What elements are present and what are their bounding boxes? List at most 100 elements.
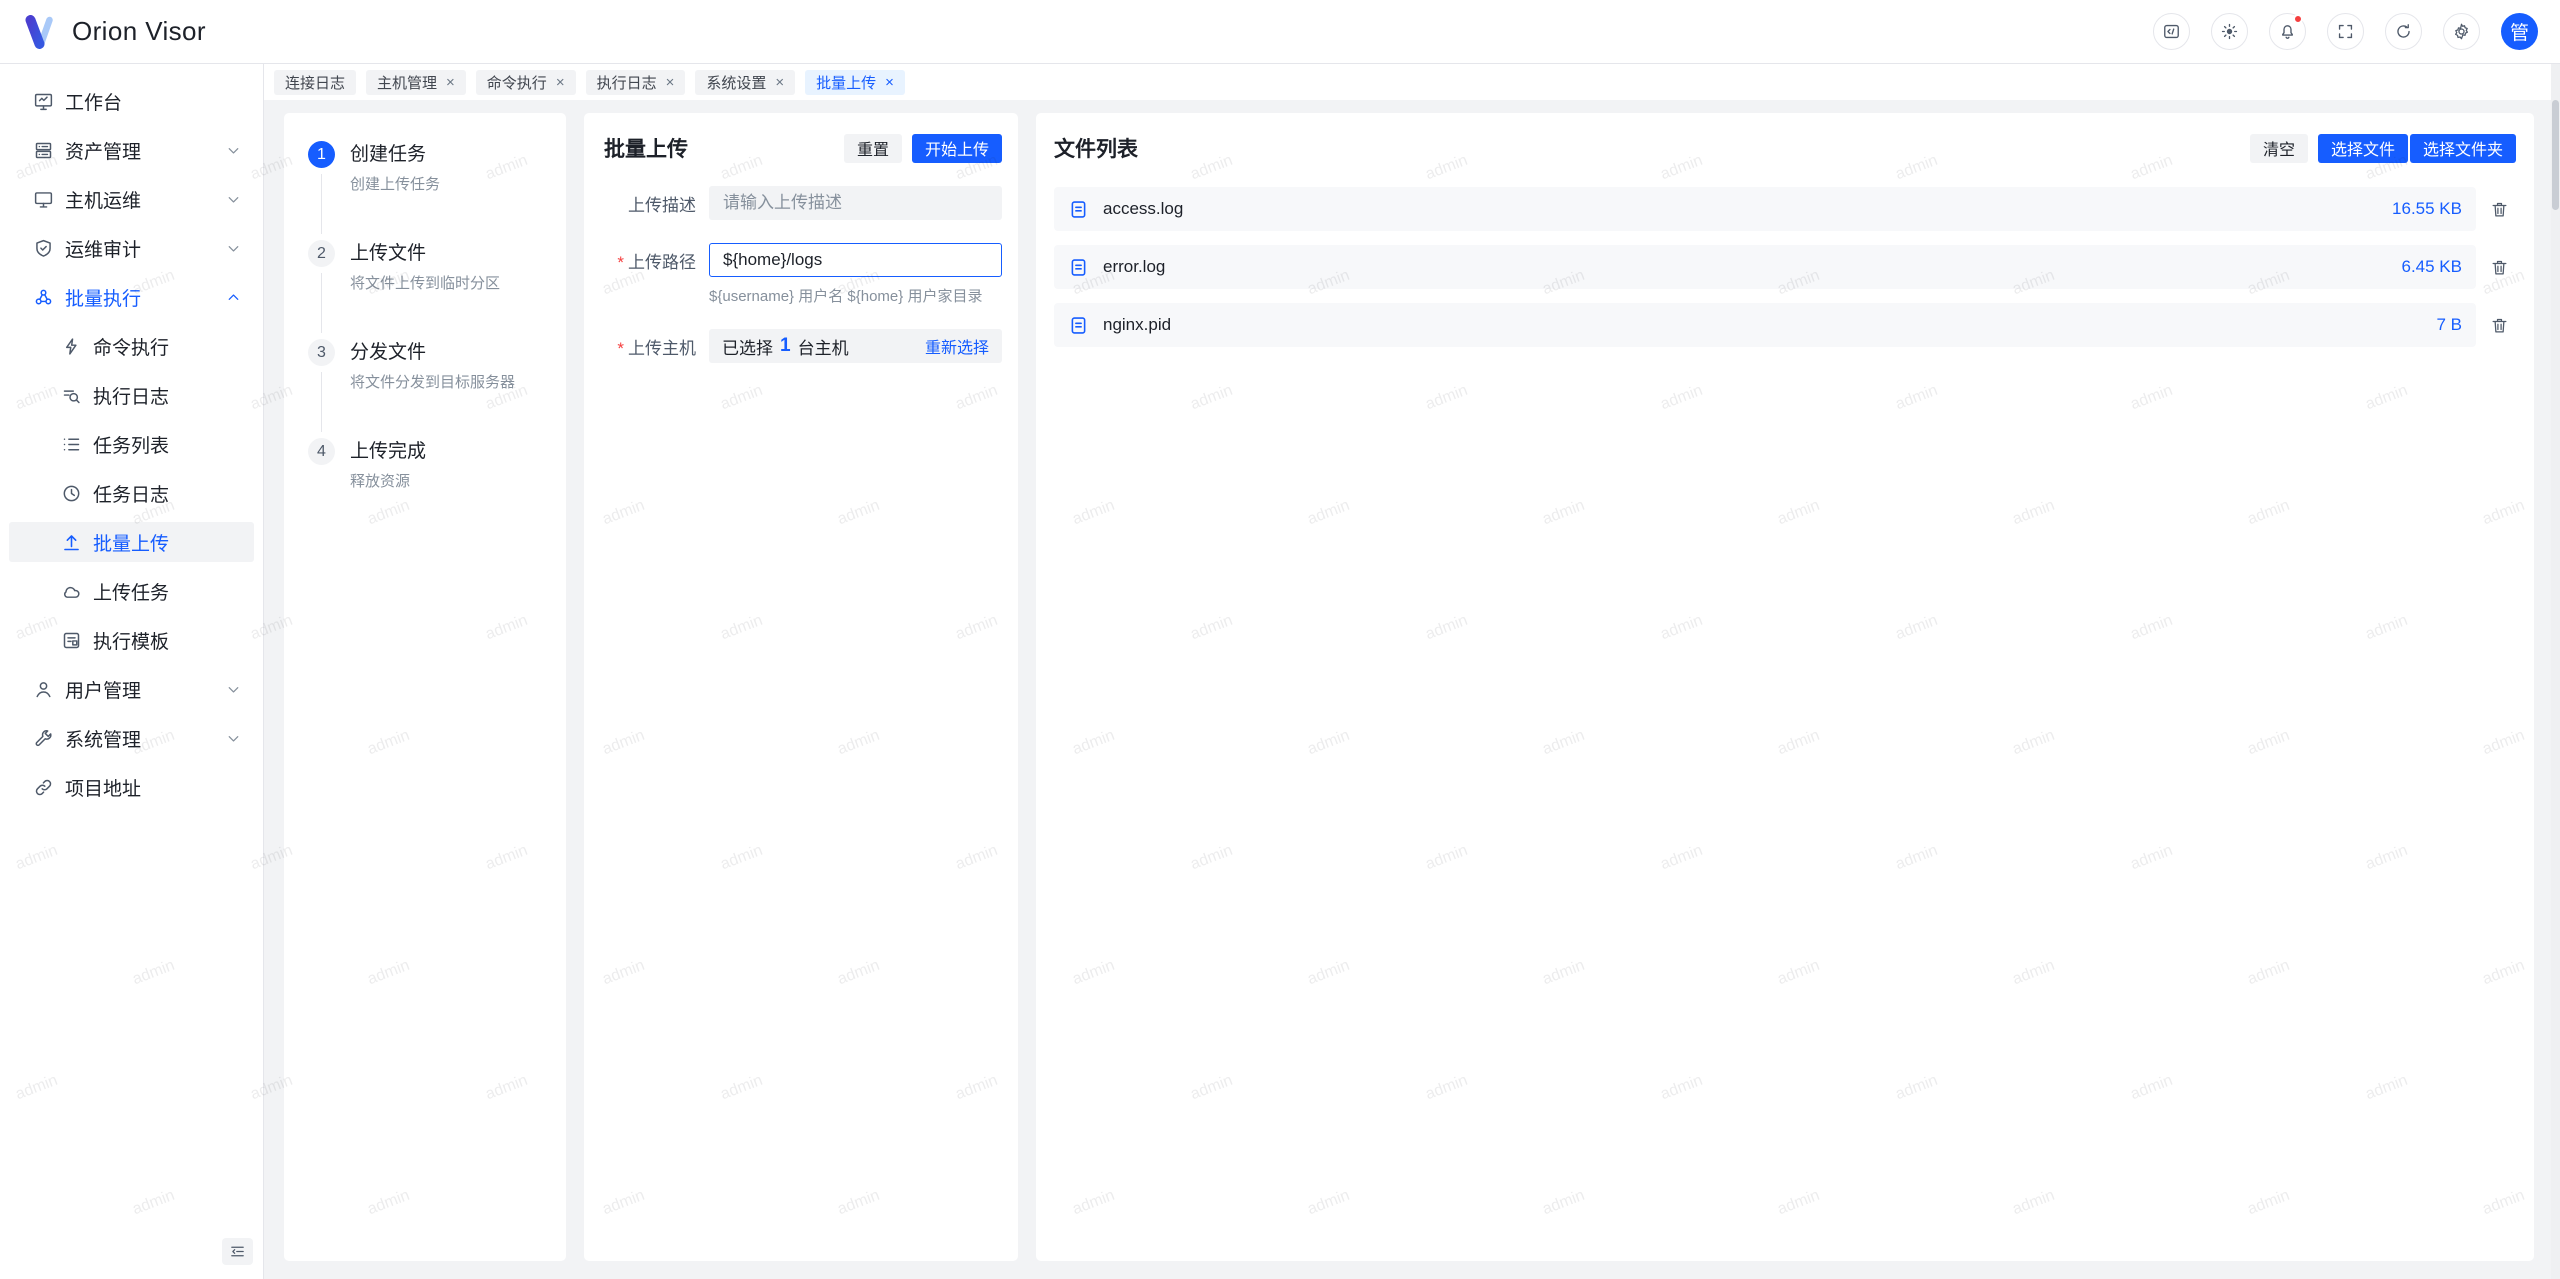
tab-command-exec[interactable]: 命令执行 × (476, 70, 576, 95)
step-desc: 将文件分发到目标服务器 (350, 371, 546, 392)
sidebar-item-label: 执行日志 (93, 382, 169, 409)
close-icon[interactable]: × (885, 75, 894, 90)
sidebar-item-batch-exec[interactable]: 批量执行 (9, 277, 254, 317)
file-row: error.log 6.45 KB (1054, 245, 2516, 289)
chevron-up-icon (225, 289, 242, 306)
sidebar-item-label: 批量执行 (65, 284, 141, 311)
close-icon[interactable]: × (556, 75, 565, 90)
file-name: nginx.pid (1103, 315, 1171, 335)
log-search-icon (61, 385, 82, 406)
tab-system-settings[interactable]: 系统设置 × (695, 70, 795, 95)
sidebar-item-exec-log[interactable]: 执行日志 (9, 375, 254, 415)
sidebar-item-host-ops[interactable]: 主机运维 (9, 179, 254, 219)
scrollbar-thumb[interactable] (2552, 100, 2559, 210)
wrench-icon (33, 728, 54, 749)
sidebar-item-workbench[interactable]: 工作台 (9, 81, 254, 121)
upload-host-label: 上传主机 (604, 334, 696, 359)
clear-files-button[interactable]: 清空 (2250, 134, 2308, 163)
collapse-sidebar-button[interactable] (222, 1238, 253, 1265)
upload-desc-input[interactable] (709, 186, 1002, 220)
fullscreen-icon[interactable] (2327, 13, 2364, 50)
start-upload-button[interactable]: 开始上传 (912, 134, 1002, 163)
tab-connect-log[interactable]: 连接日志 (274, 70, 356, 95)
step-desc: 创建上传任务 (350, 173, 546, 194)
host-ops-icon (33, 189, 54, 210)
refresh-icon[interactable] (2385, 13, 2422, 50)
sidebar-item-label: 资产管理 (65, 137, 141, 164)
upload-host-field: 已选择 1 台主机 重新选择 (709, 329, 1002, 363)
sidebar-item-user-mgmt[interactable]: 用户管理 (9, 669, 254, 709)
template-icon (61, 630, 82, 651)
step-upload-files: 2 上传文件 将文件上传到临时分区 (304, 240, 546, 339)
step-title: 分发文件 (350, 339, 546, 366)
sidebar-item-exec-template[interactable]: 执行模板 (9, 620, 254, 660)
close-icon[interactable]: × (666, 75, 675, 90)
sidebar-item-label: 系统管理 (65, 725, 141, 752)
steps-panel: 1 创建任务 创建上传任务 2 上传文件 将文件上传到临时分区 3 分发文件 将… (284, 113, 566, 1261)
sidebar-item-project-link[interactable]: 项目地址 (9, 767, 254, 807)
tab-host-mgmt[interactable]: 主机管理 × (366, 70, 466, 95)
delete-file-icon[interactable] (2482, 258, 2516, 277)
shield-check-icon (33, 238, 54, 259)
upload-path-input[interactable] (709, 243, 1002, 277)
theme-icon[interactable] (2211, 13, 2248, 50)
brand: Orion Visor (22, 15, 206, 49)
file-item: error.log 6.45 KB (1054, 245, 2476, 289)
chevron-down-icon (225, 681, 242, 698)
file-name: access.log (1103, 199, 1183, 219)
step-number: 3 (308, 339, 335, 366)
avatar[interactable]: 管 (2501, 13, 2538, 50)
select-file-button[interactable]: 选择文件 (2318, 134, 2408, 163)
chevron-down-icon (225, 142, 242, 159)
file-item: nginx.pid 7 B (1054, 303, 2476, 347)
delete-file-icon[interactable] (2482, 316, 2516, 335)
clock-icon (61, 483, 82, 504)
close-icon[interactable]: × (446, 75, 455, 90)
sidebar-item-label: 项目地址 (65, 774, 141, 801)
notifications-icon[interactable] (2269, 13, 2306, 50)
sidebar-item-assets[interactable]: 资产管理 (9, 130, 254, 170)
file-size: 7 B (2436, 315, 2462, 335)
tab-exec-log[interactable]: 执行日志 × (586, 70, 686, 95)
upload-icon (61, 532, 82, 553)
content-area: 1 创建任务 创建上传任务 2 上传文件 将文件上传到临时分区 3 分发文件 将… (264, 100, 2560, 1279)
sidebar: 工作台 资产管理 主机运维 运维审计 (0, 64, 264, 1279)
reset-button[interactable]: 重置 (844, 134, 902, 163)
sidebar-item-label: 上传任务 (93, 578, 169, 605)
upload-path-label: 上传路径 (604, 248, 696, 273)
app-header: Orion Visor (0, 0, 2560, 64)
sidebar-item-task-log[interactable]: 任务日志 (9, 473, 254, 513)
sidebar-item-system-mgmt[interactable]: 系统管理 (9, 718, 254, 758)
sidebar-item-label: 主机运维 (65, 186, 141, 213)
tab-batch-upload[interactable]: 批量上传 × (805, 70, 905, 95)
sidebar-item-audit[interactable]: 运维审计 (9, 228, 254, 268)
select-folder-button[interactable]: 选择文件夹 (2410, 134, 2516, 163)
sidebar-item-label: 任务日志 (93, 480, 169, 507)
upload-desc-label: 上传描述 (604, 191, 696, 216)
step-distribute-files: 3 分发文件 将文件分发到目标服务器 (304, 339, 546, 438)
settings-icon[interactable] (2443, 13, 2480, 50)
header-actions: 管 (2153, 13, 2538, 50)
upload-form-panel: 批量上传 重置 开始上传 上传描述 上传路径 ${username} 用户名 $… (584, 113, 1018, 1261)
user-icon (33, 679, 54, 700)
step-upload-done: 4 上传完成 释放资源 (304, 438, 546, 537)
delete-file-icon[interactable] (2482, 200, 2516, 219)
batch-exec-icon (33, 287, 54, 308)
upload-path-help: ${username} 用户名 ${home} 用户家目录 (709, 285, 1002, 306)
notification-dot (2293, 14, 2303, 24)
lightning-icon (61, 336, 82, 357)
sidebar-item-label: 命令执行 (93, 333, 169, 360)
file-name: error.log (1103, 257, 1165, 277)
close-icon[interactable]: × (775, 75, 784, 90)
sidebar-item-command-exec[interactable]: 命令执行 (9, 326, 254, 366)
sidebar-item-batch-upload[interactable]: 批量上传 (9, 522, 254, 562)
step-title: 上传文件 (350, 240, 546, 267)
console-icon[interactable] (2153, 13, 2190, 50)
sidebar-item-upload-task[interactable]: 上传任务 (9, 571, 254, 611)
sidebar-item-label: 执行模板 (93, 627, 169, 654)
chevron-down-icon (225, 240, 242, 257)
brand-name: Orion Visor (72, 16, 206, 47)
sidebar-item-task-list[interactable]: 任务列表 (9, 424, 254, 464)
chevron-down-icon (225, 191, 242, 208)
reselect-host-link[interactable]: 重新选择 (925, 334, 989, 358)
